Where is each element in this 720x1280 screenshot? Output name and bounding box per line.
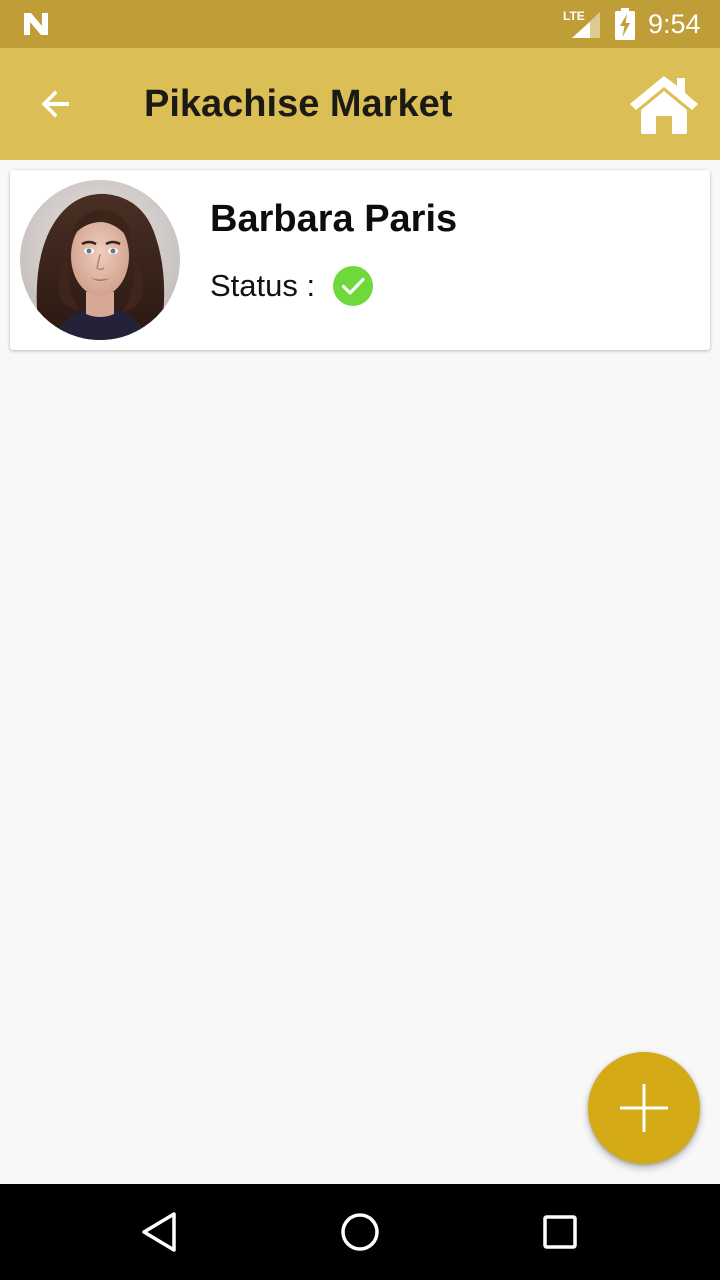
plus-icon bbox=[620, 1084, 668, 1132]
home-icon bbox=[630, 76, 698, 134]
page-title: Pikachise Market bbox=[144, 83, 453, 125]
clock: 9:54 bbox=[648, 9, 701, 39]
battery-charging-icon bbox=[615, 8, 635, 40]
status-bar: LTE 9:54 bbox=[0, 0, 720, 48]
back-triangle-icon[interactable] bbox=[136, 1208, 184, 1256]
avatar-photo bbox=[20, 180, 180, 340]
lte-signal-icon: LTE bbox=[563, 9, 600, 38]
status-row: Status : bbox=[210, 264, 374, 308]
svg-text:LTE: LTE bbox=[563, 9, 585, 23]
arrow-back-icon bbox=[41, 90, 69, 118]
home-button[interactable] bbox=[626, 70, 702, 138]
check-circle-icon bbox=[333, 266, 374, 306]
app-bar: Pikachise Market bbox=[0, 48, 720, 160]
customer-name: Barbara Paris bbox=[210, 198, 458, 240]
customer-card[interactable]: Barbara Paris Status : bbox=[10, 170, 710, 350]
notification-n-icon bbox=[24, 13, 48, 35]
avatar bbox=[20, 180, 180, 340]
back-button[interactable] bbox=[24, 72, 88, 136]
screen: LTE 9:54 Pikachise Market Barbara Paris … bbox=[0, 0, 720, 1280]
navigation-bar bbox=[0, 1184, 720, 1280]
status-label: Status : bbox=[210, 268, 316, 303]
home-circle-icon[interactable] bbox=[336, 1208, 384, 1256]
add-button[interactable] bbox=[588, 1052, 700, 1164]
recents-square-icon[interactable] bbox=[536, 1208, 584, 1256]
